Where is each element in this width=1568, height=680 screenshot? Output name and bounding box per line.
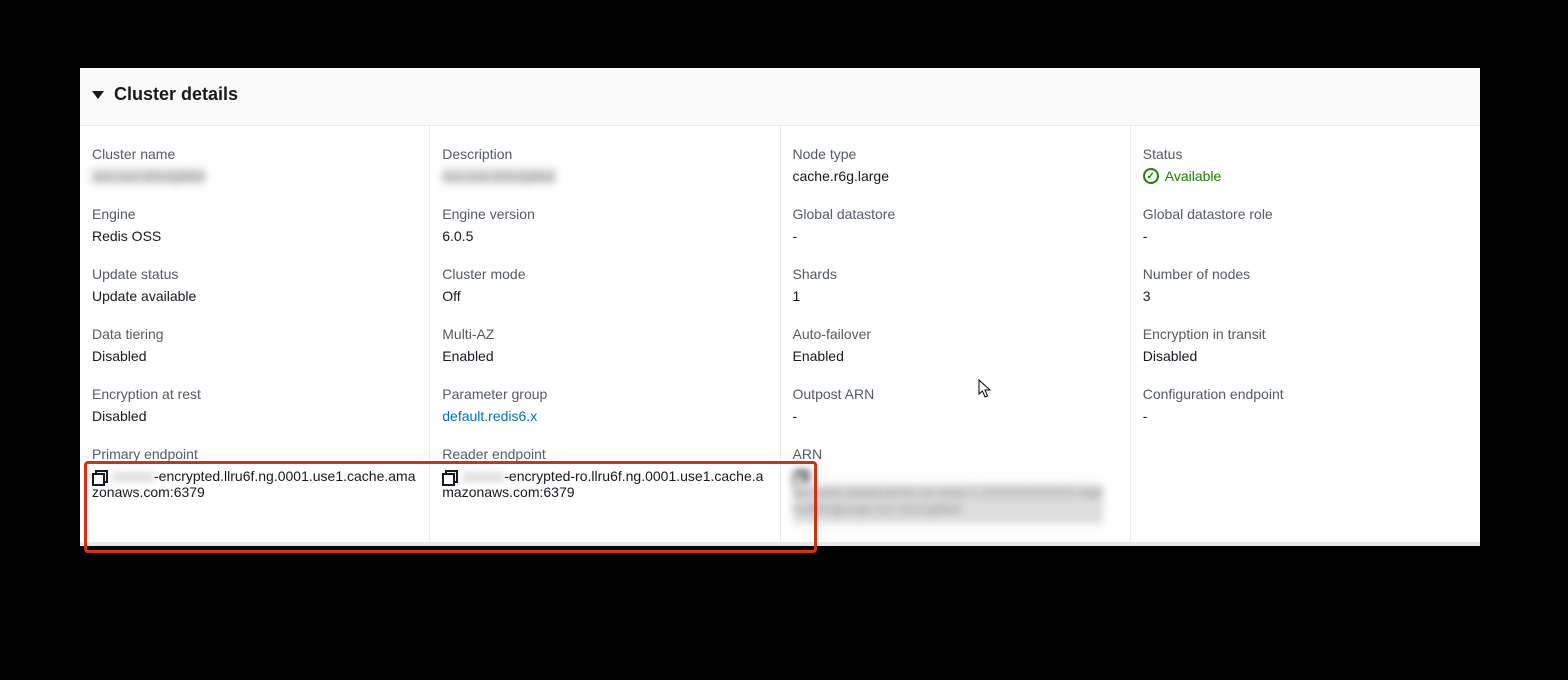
copy-icon[interactable] bbox=[793, 470, 807, 484]
field: Data tiering Disabled bbox=[92, 326, 417, 364]
field: ARN arn:aws:elasticache:us-east-1:XXXXXXX… bbox=[793, 446, 1118, 524]
field-label: ARN bbox=[793, 446, 1118, 462]
field-value: - bbox=[793, 408, 1118, 424]
field-label: Cluster name bbox=[92, 146, 417, 162]
field-label: Encryption at rest bbox=[92, 386, 417, 402]
field-value: arn:aws:elasticache:us-east-1:XXXXXXXXXX… bbox=[793, 468, 1118, 524]
redacted-text: xxx-xxx-encrypted bbox=[92, 168, 205, 184]
copy-icon[interactable] bbox=[442, 470, 456, 484]
field: Configuration endpoint - bbox=[1143, 386, 1468, 424]
redacted-text: xxxxxx bbox=[462, 468, 504, 484]
parameter-group-link[interactable]: default.redis6.x bbox=[442, 408, 537, 424]
section-title: Cluster details bbox=[114, 84, 238, 105]
field-value: - bbox=[793, 228, 1118, 244]
field: Reader endpoint xxxxxx-encrypted-ro.llru6… bbox=[442, 446, 767, 500]
field: Global datastore role - bbox=[1143, 206, 1468, 244]
field: Engine Redis OSS bbox=[92, 206, 417, 244]
field: Shards 1 bbox=[793, 266, 1118, 304]
field: Description xxx-xxx-encrypted bbox=[442, 146, 767, 184]
field-value: Disabled bbox=[1143, 348, 1468, 364]
field-value: Disabled bbox=[92, 348, 417, 364]
copy-icon[interactable] bbox=[92, 470, 106, 484]
field-label: Cluster mode bbox=[442, 266, 767, 282]
field: Auto-failover Enabled bbox=[793, 326, 1118, 364]
field-value: Update available bbox=[92, 288, 417, 304]
redacted-text: arn:aws:elasticache:us-east-1:XXXXXXXXXX… bbox=[793, 484, 1103, 524]
field-label: Auto-failover bbox=[793, 326, 1118, 342]
field-label: Encryption in transit bbox=[1143, 326, 1468, 342]
status-available: Available bbox=[1143, 168, 1468, 184]
field-label: Update status bbox=[92, 266, 417, 282]
field-value: Enabled bbox=[793, 348, 1118, 364]
field-value: Available bbox=[1143, 168, 1468, 184]
field: Encryption at rest Disabled bbox=[92, 386, 417, 424]
field-label: Engine version bbox=[442, 206, 767, 222]
field-value: cache.r6g.large bbox=[793, 168, 1118, 184]
field-value: xxxxxx-encrypted-ro.llru6f.ng.0001.use1.… bbox=[442, 468, 767, 500]
field-label: Reader endpoint bbox=[442, 446, 767, 462]
field-label: Global datastore role bbox=[1143, 206, 1468, 222]
field-value: Redis OSS bbox=[92, 228, 417, 244]
field-value: - bbox=[1143, 408, 1468, 424]
field: Node type cache.r6g.large bbox=[793, 146, 1118, 184]
details-column: Cluster name xxx-xxx-encrypted Engine Redis… bbox=[80, 126, 430, 542]
field: Global datastore - bbox=[793, 206, 1118, 244]
field-value: xxxxxx-encrypted.llru6f.ng.0001.use1.cac… bbox=[92, 468, 417, 500]
status-text: Available bbox=[1165, 168, 1222, 184]
field-value: Disabled bbox=[92, 408, 417, 424]
details-column: Node type cache.r6g.large Global datastore… bbox=[781, 126, 1131, 542]
field-value: Enabled bbox=[442, 348, 767, 364]
field: Primary endpoint xxxxxx-encrypted.llru6f.… bbox=[92, 446, 417, 500]
field-label: Global datastore bbox=[793, 206, 1118, 222]
field-value: xxx-xxx-encrypted bbox=[442, 168, 767, 184]
field: Number of nodes 3 bbox=[1143, 266, 1468, 304]
field-label: Description bbox=[442, 146, 767, 162]
field: Outpost ARN - bbox=[793, 386, 1118, 424]
field-label: Outpost ARN bbox=[793, 386, 1118, 402]
field-value: - bbox=[1143, 228, 1468, 244]
field-label: Parameter group bbox=[442, 386, 767, 402]
field-value: 1 bbox=[793, 288, 1118, 304]
cluster-details-panel: Cluster details Cluster name xxx-xxx-encr… bbox=[80, 68, 1480, 546]
panel-header: Cluster details bbox=[80, 68, 1480, 126]
redacted-text: xxx-xxx-encrypted bbox=[442, 168, 555, 184]
field-value: 6.0.5 bbox=[442, 228, 767, 244]
details-column: Status Available Global datastore role - Num… bbox=[1131, 126, 1480, 542]
field: Cluster name xxx-xxx-encrypted bbox=[92, 146, 417, 184]
field: Engine version 6.0.5 bbox=[442, 206, 767, 244]
field-label: Primary endpoint bbox=[92, 446, 417, 462]
redacted-text: xxxxxx bbox=[112, 468, 154, 484]
field-label: Node type bbox=[793, 146, 1118, 162]
collapse-toggle-icon[interactable] bbox=[92, 91, 104, 99]
field-label: Number of nodes bbox=[1143, 266, 1468, 282]
field: Status Available bbox=[1143, 146, 1468, 184]
details-column: Description xxx-xxx-encrypted Engine versi… bbox=[430, 126, 780, 542]
field: Cluster mode Off bbox=[442, 266, 767, 304]
details-grid: Cluster name xxx-xxx-encrypted Engine Redis… bbox=[80, 126, 1480, 542]
field: Parameter group default.redis6.x bbox=[442, 386, 767, 424]
field: Multi-AZ Enabled bbox=[442, 326, 767, 364]
field-label: Configuration endpoint bbox=[1143, 386, 1468, 402]
field-label: Data tiering bbox=[92, 326, 417, 342]
field-label: Status bbox=[1143, 146, 1468, 162]
field: Update status Update available bbox=[92, 266, 417, 304]
footer-bar bbox=[80, 542, 1480, 546]
field-value: default.redis6.x bbox=[442, 408, 767, 424]
field: Encryption in transit Disabled bbox=[1143, 326, 1468, 364]
field-label: Multi-AZ bbox=[442, 326, 767, 342]
check-circle-icon bbox=[1143, 168, 1159, 184]
field-value: 3 bbox=[1143, 288, 1468, 304]
field-label: Engine bbox=[92, 206, 417, 222]
field-label: Shards bbox=[793, 266, 1118, 282]
field-value: xxx-xxx-encrypted bbox=[92, 168, 417, 184]
field-value: Off bbox=[442, 288, 767, 304]
